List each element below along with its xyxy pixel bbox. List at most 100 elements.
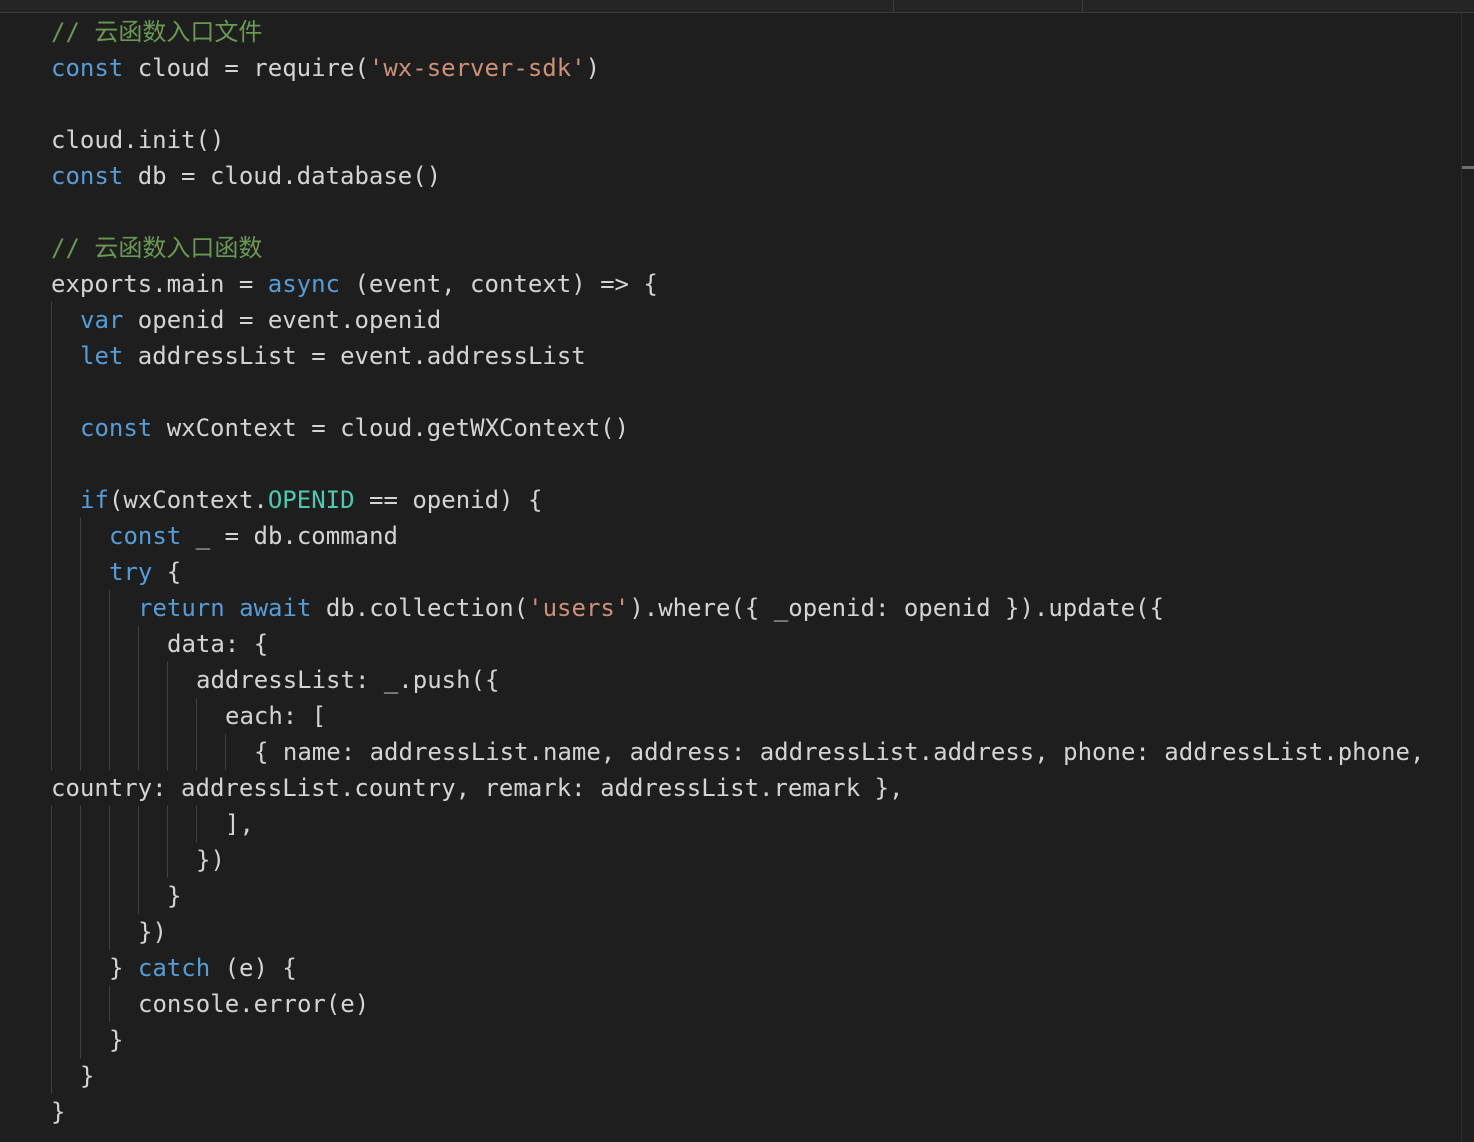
code-line[interactable]: addressList: _.push({ [51,662,1451,698]
code-line[interactable]: return await db.collection('users').wher… [51,590,1451,626]
code-line[interactable]: }) [51,914,1451,950]
code-line[interactable]: console.error(e) [51,986,1451,1022]
code-line-content: } catch (e) { [109,950,297,986]
indent-guide [51,842,52,878]
code-line[interactable] [51,374,1451,410]
indent-guide [196,806,197,842]
code-line[interactable]: const wxContext = cloud.getWXContext() [51,410,1451,446]
code-token: OPENID [267,486,355,514]
indent-guide [80,662,81,698]
code-line-content: ], [225,806,254,842]
code-token: } [109,954,138,982]
code-line[interactable]: data: { [51,626,1451,662]
code-line[interactable]: let addressList = event.addressList [51,338,1451,374]
indent-guide [109,806,110,842]
code-line[interactable]: // 云函数入口文件 [51,14,1451,50]
indent-guide [80,518,81,554]
vertical-scrollbar[interactable] [1461,12,1474,1142]
code-line-content: } [80,1058,94,1094]
code-token: addressList: _.push({ [196,666,500,694]
indent-guide [109,878,110,914]
code-line[interactable]: if(wxContext.OPENID == openid) { [51,482,1451,518]
code-token: if [80,486,109,514]
code-line[interactable]: each: [ [51,698,1451,734]
code-token: ) [585,54,601,82]
indent-guide [196,734,197,770]
code-line-content: try { [109,554,181,590]
code-line[interactable]: // 云函数入口函数 [51,230,1451,266]
code-line-content: cloud.init() [51,122,224,158]
code-line[interactable]: country: addressList.country, remark: ad… [51,770,1451,806]
code-line[interactable]: cloud.init() [51,122,1451,158]
code-line[interactable]: } [51,1094,1451,1130]
code-line-content: const cloud = require('wx-server-sdk') [51,50,600,86]
code-token: data: { [167,630,269,658]
indent-guide [167,842,168,878]
code-token: }) [138,918,167,946]
indent-guide [80,554,81,590]
code-line[interactable]: const db = cloud.database() [51,158,1451,194]
code-line[interactable]: }) [51,842,1451,878]
code-editor[interactable]: // 云函数入口文件 const cloud = require('wx-serv… [0,0,1474,1142]
code-line-content: addressList: _.push({ [196,662,499,698]
indent-guide [51,878,52,914]
indent-guide [109,626,110,662]
indent-guide [80,626,81,662]
code-token: } [167,882,182,910]
code-line[interactable] [51,446,1451,482]
code-line[interactable]: exports.main = async (event, context) =>… [51,266,1451,302]
indent-guide [109,986,110,1022]
indent-guide [51,734,52,770]
code-line-content: const _ = db.command [109,518,398,554]
indent-guide [51,446,52,482]
tab-bar [0,0,1474,13]
code-token: } [109,1026,124,1054]
indent-guide [51,698,52,734]
indent-guide [51,410,52,446]
code-line[interactable]: } [51,878,1451,914]
code-line[interactable]: const _ = db.command [51,518,1451,554]
indent-guide [51,626,52,662]
code-token: }) [196,846,225,874]
scrollbar-thumb-marker[interactable] [1462,166,1474,169]
code-line-content: } [109,1022,123,1058]
code-token: await [239,594,312,622]
code-token: // 云函数入口函数 [51,234,263,262]
code-token: // 云函数入口文件 [51,18,263,46]
code-line-content: country: addressList.country, remark: ad… [51,770,904,806]
indent-guide [138,878,139,914]
code-line[interactable]: const cloud = require('wx-server-sdk') [51,50,1451,86]
code-line[interactable]: try { [51,554,1451,590]
indent-guide [51,302,52,338]
code-line[interactable]: } catch (e) { [51,950,1451,986]
indent-guide [109,734,110,770]
code-token: { [152,558,182,586]
indent-guide [51,986,52,1022]
code-line-content: return await db.collection('users').wher… [138,590,1164,626]
code-token: const [51,162,124,190]
code-line[interactable] [51,194,1451,230]
code-line[interactable]: { name: addressList.name, address: addre… [51,734,1451,770]
code-line-content: each: [ [225,698,326,734]
code-token: } [80,1062,95,1090]
code-area[interactable]: // 云函数入口文件 const cloud = require('wx-serv… [51,14,1451,1130]
indent-guide [138,734,139,770]
code-token: (event, context) => { [340,270,658,298]
indent-guide [109,662,110,698]
code-line[interactable] [51,86,1451,122]
code-line[interactable]: } [51,1022,1451,1058]
code-token: return [138,594,225,622]
code-line-content: }) [196,842,225,878]
code-token: (e) { [210,954,297,982]
code-line[interactable]: } [51,1058,1451,1094]
indent-guide [109,590,110,626]
indent-guide [51,806,52,842]
indent-guide [80,950,81,986]
code-line-content: // 云函数入口函数 [51,230,262,266]
code-line[interactable]: var openid = event.openid [51,302,1451,338]
code-line[interactable]: ], [51,806,1451,842]
indent-guide [109,842,110,878]
indent-guide [80,842,81,878]
editor-tab[interactable] [893,0,1083,12]
